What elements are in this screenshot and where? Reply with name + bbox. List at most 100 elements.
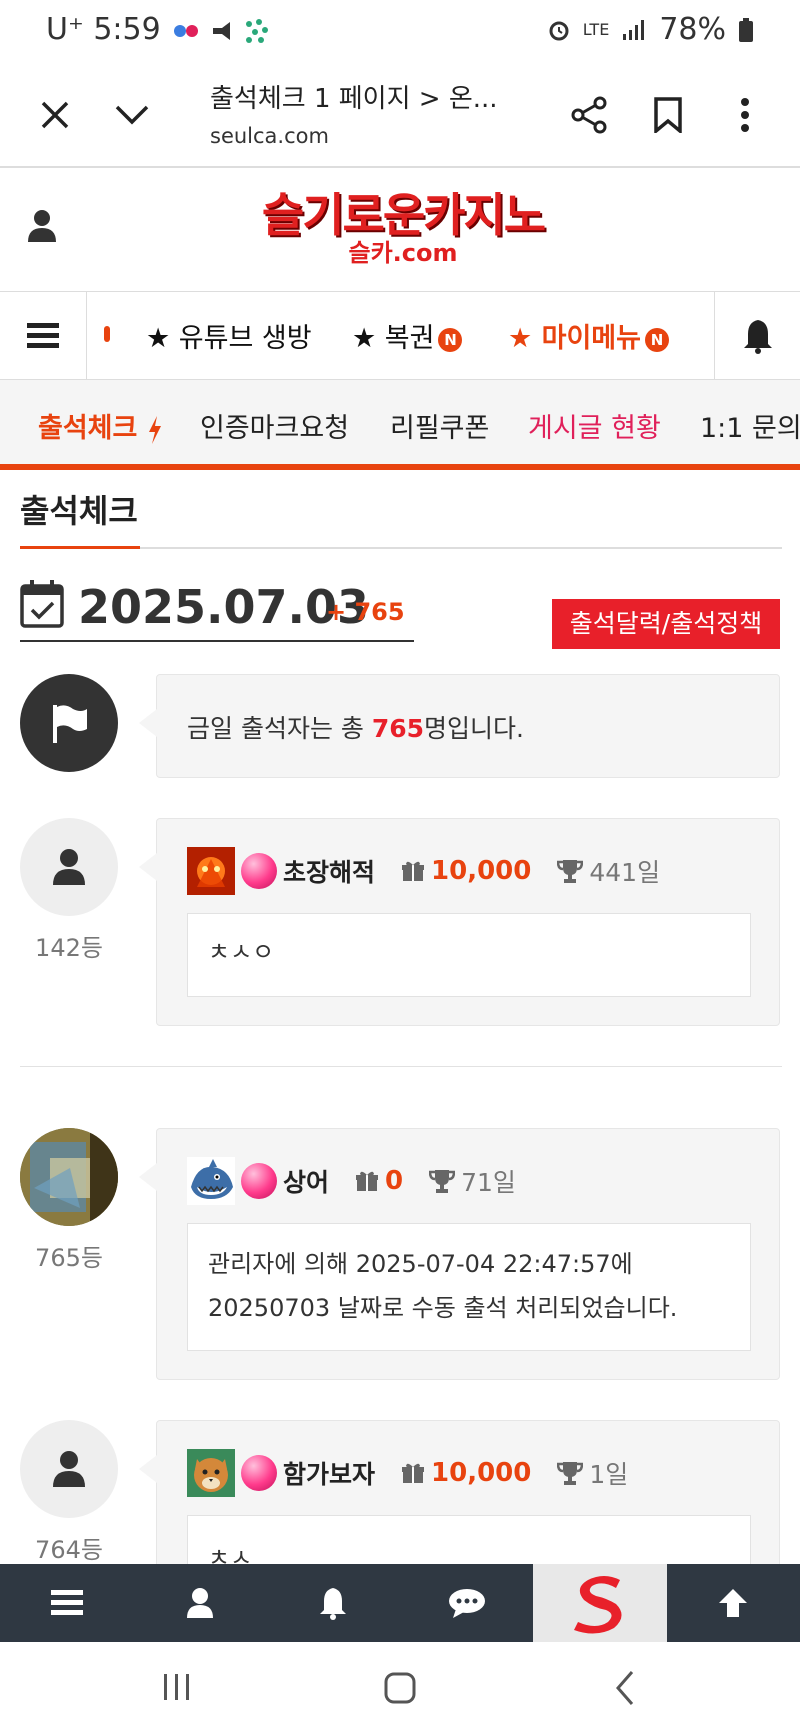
- attendance-post: 상어 0 71일 관리자에 의해 2025-07-04 22:47:57에 20…: [139, 1128, 780, 1380]
- rank-label: 765등: [35, 1244, 103, 1272]
- section-title: 출석체크: [20, 492, 138, 530]
- days-value: 1일: [589, 1460, 629, 1489]
- flag-avatar: [20, 674, 118, 772]
- clock: 5:59: [93, 12, 161, 47]
- chevron-down-icon[interactable]: [107, 90, 157, 140]
- logo-sub-text: 슬카.com: [348, 239, 458, 267]
- bottom-bell-icon[interactable]: [267, 1564, 400, 1642]
- network-type: LTE: [582, 19, 610, 39]
- home-icon[interactable]: [384, 1672, 416, 1704]
- scroll-to-top-icon[interactable]: [667, 1564, 800, 1642]
- new-badge: N: [438, 327, 463, 352]
- system-navigation-bar: [0, 1642, 800, 1734]
- site-s-logo-button[interactable]: [533, 1564, 667, 1642]
- user-icon: [53, 849, 85, 885]
- tab-inquiry[interactable]: 1:1 문의: [700, 406, 800, 445]
- avatar[interactable]: [20, 818, 118, 916]
- attendance-days: 441일: [557, 853, 660, 889]
- attendance-days: 1일: [557, 1455, 628, 1491]
- section-title-underline: [20, 546, 140, 549]
- member-orb-icon: [241, 1455, 277, 1491]
- menu-item-lottery[interactable]: ★ 복권 N: [352, 316, 463, 355]
- attendance-summary: 금일 출석자는 총 765명입니다.: [139, 674, 780, 778]
- close-icon[interactable]: [30, 90, 80, 140]
- battery-icon: [739, 17, 753, 42]
- user-icon[interactable]: [26, 208, 58, 248]
- post-header: 초장해적 10,000 441일: [187, 847, 660, 895]
- carrier: U⁺: [46, 12, 84, 47]
- logo-main-text: 슬기로운카지노: [261, 188, 546, 242]
- gift-icon: [356, 1171, 379, 1191]
- bottom-user-icon[interactable]: [133, 1564, 266, 1642]
- menu-item-label: ★ 복권: [352, 323, 435, 354]
- dots-app-icon: [246, 18, 269, 43]
- notification-bell-icon[interactable]: [714, 292, 800, 380]
- avatar[interactable]: [20, 1420, 118, 1518]
- post-header: 함가보자 10,000 1일: [187, 1449, 628, 1497]
- battery-percent: 78%: [659, 12, 726, 47]
- post-message: 관리자에 의해 2025-07-04 22:47:57에 20250703 날짜…: [187, 1223, 751, 1351]
- menu-item-mymenu[interactable]: ★ 마이메뉴 N: [508, 316, 669, 355]
- tab-certification-request[interactable]: 인증마크요청: [200, 406, 349, 445]
- tiger-level-icon: [187, 1449, 235, 1497]
- new-badge: N: [644, 327, 669, 352]
- site-logo[interactable]: 슬기로운카지노 슬카.com: [258, 190, 548, 270]
- calendar-icon: [20, 580, 64, 628]
- post-header: 상어 0 71일: [187, 1157, 516, 1205]
- nickname[interactable]: 초장해적: [283, 853, 375, 889]
- nickname[interactable]: 상어: [283, 1163, 329, 1199]
- gift-icon: [402, 1463, 425, 1483]
- sub-tab-bar: 출석체크 인증마크요청 리필쿠폰 게시글 현황 1:1 문의: [0, 380, 800, 470]
- tab-refill-coupon[interactable]: 리필쿠폰: [390, 406, 489, 445]
- points: 10,000: [401, 1458, 531, 1488]
- alarm-icon: [549, 21, 569, 40]
- browser-toolbar: 출석체크 1 페이지 > 온... seulca.com: [0, 62, 800, 168]
- menu-item-label: ★ 유튜브 생방: [146, 323, 312, 354]
- menu-item-label: ★ 마이메뉴: [508, 323, 641, 354]
- post-divider: [20, 1066, 782, 1067]
- tab-label: 1:1 문의: [700, 413, 800, 444]
- tab-label: 인증마크요청: [200, 413, 350, 444]
- trophy-icon: [429, 1170, 456, 1193]
- page-url[interactable]: seulca.com: [210, 124, 329, 148]
- lightning-icon: [148, 415, 161, 444]
- summary-count: 765: [371, 714, 425, 743]
- bottom-menu-icon[interactable]: [0, 1564, 133, 1642]
- s-logo-icon: [573, 1576, 622, 1634]
- tab-label: 출석체크: [38, 413, 138, 444]
- attendance-count-plus: + 765: [326, 598, 405, 626]
- level-icon: [187, 847, 235, 895]
- avatar[interactable]: [20, 1128, 118, 1226]
- main-menu-bar: ★ 유튜브 생방 ★ 복권 N ★ 마이메뉴 N: [0, 292, 800, 380]
- menu-item-youtube[interactable]: ★ 유튜브 생방: [146, 316, 312, 355]
- tab-attendance[interactable]: 출석체크: [38, 406, 163, 445]
- points-value: 10,000: [431, 856, 532, 886]
- bottom-chat-icon[interactable]: [400, 1564, 533, 1642]
- share-icon[interactable]: [564, 90, 614, 140]
- flag-icon: [53, 705, 87, 743]
- profile-photo: [20, 1128, 118, 1226]
- tab-post-status[interactable]: 게시글 현황: [528, 406, 661, 445]
- rank-label: 142등: [35, 934, 103, 962]
- summary-text: 금일 출석자는 총 765명입니다.: [187, 709, 524, 745]
- points-value: 10,000: [431, 1458, 532, 1488]
- megaphone-icon: [212, 21, 230, 40]
- trophy-icon: [557, 860, 584, 883]
- gift-icon: [402, 861, 425, 881]
- hamburger-menu-icon[interactable]: [0, 292, 87, 380]
- points: 10,000: [401, 856, 531, 886]
- more-options-icon[interactable]: [720, 90, 770, 140]
- back-icon[interactable]: [614, 1670, 636, 1706]
- scroll-hint-marker: [104, 326, 110, 342]
- date-row: 2025.07.03 + 765: [20, 576, 414, 642]
- days-value: 71일: [461, 1168, 516, 1197]
- attendance-calendar-button[interactable]: 출석달력/출석정책: [552, 599, 780, 649]
- status-left: U⁺ 5:59: [46, 12, 269, 47]
- nickname[interactable]: 함가보자: [283, 1455, 375, 1491]
- bookmark-icon[interactable]: [643, 90, 693, 140]
- page-tab-title: 출석체크 1 페이지 > 온...: [210, 84, 498, 114]
- message-line: 관리자에 의해 2025-07-04 22:47:57에: [208, 1250, 633, 1278]
- member-orb-icon: [241, 1163, 277, 1199]
- recent-apps-icon[interactable]: [162, 1672, 192, 1702]
- post-message: ㅊㅅㅇ: [187, 913, 751, 997]
